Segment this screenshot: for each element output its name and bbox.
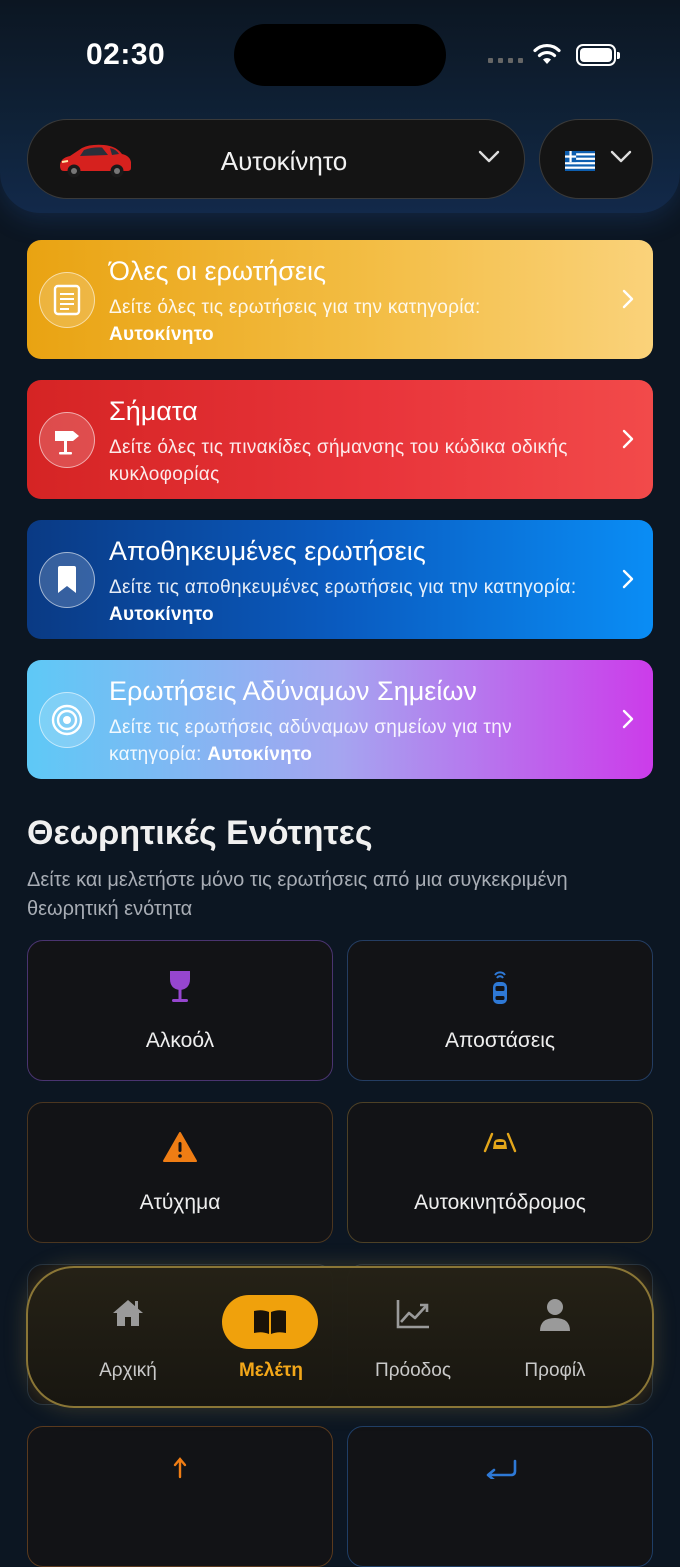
tab-label: Προφίλ [524,1360,586,1381]
topic-label: Ατύχημα [139,1191,221,1214]
card-title: Αποθηκευμένες ερωτήσεις [109,536,426,566]
section-title: Θεωρητικές Ενότητες [27,814,373,852]
chevron-down-icon [478,150,500,163]
section-subtitle: Δείτε και μελετήστε μόνο τις ερωτήσεις α… [27,869,568,920]
active-tab-indicator [222,1295,318,1349]
home-icon [113,1300,143,1326]
chevron-right-icon [622,709,634,729]
warning-triangle-icon [163,1132,197,1162]
car-on-road-icon [483,1132,517,1153]
arrow-up-icon [173,1457,187,1479]
topic-highway[interactable]: Αυτοκινητόδρομος [347,1102,653,1243]
signs-card[interactable]: Σήματα Δείτε όλες τις πινακίδες σήμανσης… [27,380,653,499]
topic-accident[interactable]: Ατύχημα [27,1102,333,1243]
tab-profile[interactable]: Προφίλ [485,1268,625,1410]
open-book-icon [254,1310,286,1334]
dynamic-island [234,24,446,86]
tab-home[interactable]: Αρχική [58,1268,198,1410]
language-selector[interactable] [539,119,653,199]
chevron-right-icon [622,569,634,589]
topic-distances[interactable]: Αποστάσεις [347,940,653,1081]
wifi-icon [533,43,561,64]
card-description: Δείτε όλες τις πινακίδες σήμανσης του κώ… [109,437,568,485]
topic-card[interactable] [27,1426,333,1567]
card-description: Δείτε όλες τις ερωτήσεις για την κατηγορ… [109,297,481,345]
person-icon [540,1299,570,1331]
chevron-right-icon [622,289,634,309]
signpost-icon [39,412,95,468]
greece-flag-icon [565,151,595,171]
topic-label: Αλκοόλ [145,1029,215,1052]
weak-points-card[interactable]: Ερωτήσεις Αδύναμων Σημείων Δείτε τις ερω… [27,660,653,779]
status-time: 02:30 [86,38,166,71]
category-selector[interactable]: Αυτοκίνητο [27,119,525,199]
document-list-icon [39,272,95,328]
card-description: Δείτε τις ερωτήσεις αδύναμων σημείων για… [109,717,512,765]
tab-label: Πρόοδος [375,1360,451,1381]
category-label: Αυτοκίνητο [220,146,348,176]
cellular-signal-icon [488,58,523,63]
chart-trend-icon [396,1300,429,1329]
chevron-right-icon [622,429,634,449]
card-description: Δείτε τις αποθηκευμένες ερωτήσεις για τη… [109,577,577,625]
car-sensor-icon [493,971,507,1004]
tab-label: Αρχική [99,1360,157,1381]
status-bar: 02:30 [0,0,680,110]
bookmark-icon [39,552,95,608]
chevron-down-icon [610,150,632,163]
wine-glass-icon [170,971,190,1002]
topic-card[interactable] [347,1426,653,1567]
tab-bar: Αρχική Μελέτη Πρόοδος Προφίλ [26,1266,654,1408]
tab-study[interactable]: Μελέτη [201,1268,341,1410]
card-title: Ερωτήσεις Αδύναμων Σημείων [109,676,477,706]
topic-alcohol[interactable]: Αλκοόλ [27,940,333,1081]
card-title: Όλες οι ερωτήσεις [109,256,326,286]
topic-label: Αυτοκινητόδρομος [414,1191,586,1214]
return-arrow-icon [486,1459,517,1479]
target-icon [39,692,95,748]
all-questions-card[interactable]: Όλες οι ερωτήσεις Δείτε όλες τις ερωτήσε… [27,240,653,359]
saved-questions-card[interactable]: Αποθηκευμένες ερωτήσεις Δείτε τις αποθηκ… [27,520,653,639]
tab-progress[interactable]: Πρόοδος [343,1268,483,1410]
battery-icon [576,44,620,66]
card-title: Σήματα [109,396,198,426]
tab-label: Μελέτη [238,1360,304,1381]
topic-label: Αποστάσεις [444,1029,556,1052]
